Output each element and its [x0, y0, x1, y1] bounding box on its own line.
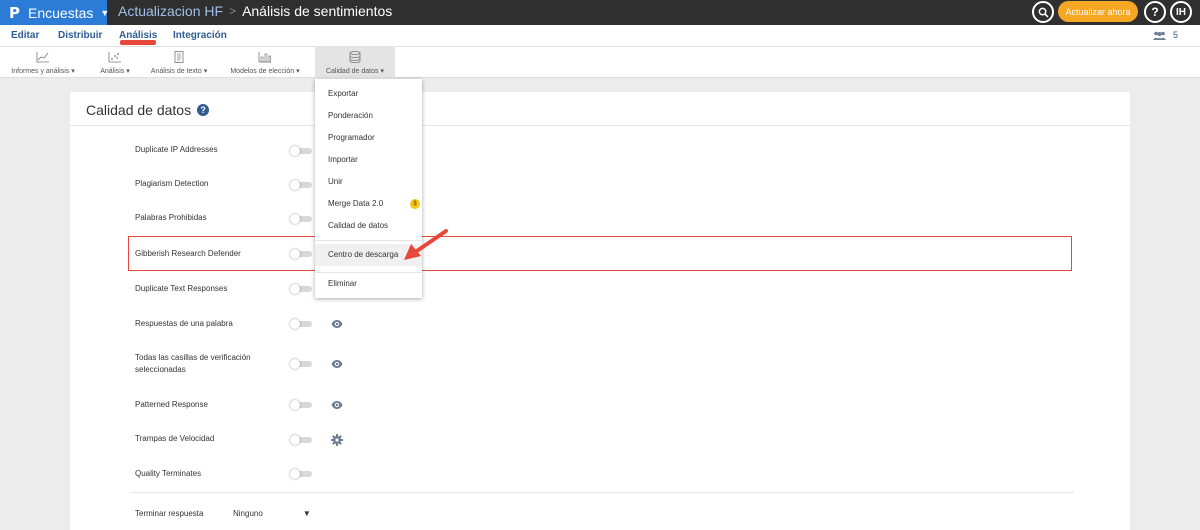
gear-icon[interactable] [331, 434, 343, 446]
toggle-duplicate-text[interactable] [290, 284, 312, 294]
tab-distribuir[interactable]: Distribuir [58, 30, 102, 41]
annotation-arrow-icon [404, 229, 448, 260]
toggle-knob [290, 319, 300, 329]
row-label-patterned: Patterned Response [135, 400, 208, 409]
row-label-plagiarism: Plagiarism Detection [135, 179, 209, 188]
end-response-select[interactable]: Ninguno ▼ [233, 509, 311, 518]
tool-informes-y-analisis[interactable]: Informes y análisis ▾ [6, 47, 80, 78]
row-label-gibberish: Gibberish Research Defender [135, 249, 241, 258]
page-title: Calidad de datos ? [86, 102, 210, 118]
tool-analisis[interactable]: Análisis ▾ [95, 47, 135, 78]
toggle-quality-terminates[interactable] [290, 469, 312, 479]
toggle-patterned[interactable] [290, 400, 312, 410]
tool-label: Modelos de elección [230, 68, 295, 75]
product-switcher[interactable]: P Encuestas ▼ [0, 0, 110, 25]
toggle-knob [290, 400, 300, 410]
breadcrumb: Actualizacion HF > Análisis de sentimien… [118, 3, 392, 19]
analysis-toolbar: Informes y análisis ▾ Análisis ▾ Análisi… [0, 47, 1200, 78]
toggle-knob [290, 469, 300, 479]
tab-integracion[interactable]: Integración [173, 30, 227, 41]
upgrade-button[interactable]: Actualizar ahora [1058, 1, 1138, 22]
help-button[interactable]: ? [1144, 1, 1166, 23]
tab-editar[interactable]: Editar [11, 30, 39, 41]
toggle-gibberish[interactable] [290, 249, 312, 259]
row-label-palabras-prohibidas: Palabras Prohibidas [135, 213, 207, 222]
toggle-velocidad[interactable] [290, 435, 312, 445]
annotation-highlight-box [128, 236, 1072, 271]
menu-item-programador[interactable]: Programador [328, 133, 375, 142]
collaborators-count: 5 [1173, 30, 1179, 40]
eye-icon[interactable] [331, 318, 343, 330]
menu-item-exportar[interactable]: Exportar [328, 89, 358, 98]
toggle-una-palabra[interactable] [290, 319, 312, 329]
menu-item-merge-data[interactable]: Merge Data 2.0 [328, 199, 383, 208]
collaborators[interactable]: 5 [1152, 30, 1178, 40]
annotation-underline [120, 40, 156, 45]
row-label-una-palabra: Respuestas de una palabra [135, 319, 233, 328]
top-bar: P Encuestas ▼ Actualizacion HF > Análisi… [0, 0, 1200, 25]
toggle-knob [290, 284, 300, 294]
toggle-knob [290, 180, 300, 190]
questionpro-logo: P [9, 3, 20, 22]
tool-calidad-de-datos[interactable]: Calidad de datos ▾ [315, 47, 395, 78]
tool-label: Informes y análisis [11, 68, 70, 75]
document-icon [174, 51, 184, 63]
toggle-duplicate-ip[interactable] [290, 146, 312, 156]
breadcrumb-separator-icon: > [229, 4, 237, 18]
search-button[interactable] [1032, 1, 1054, 23]
divider [130, 492, 1074, 493]
toggle-todas-casillas[interactable] [290, 359, 312, 369]
toggle-plagiarism[interactable] [290, 180, 312, 190]
caret-down-icon: ▼ [302, 509, 311, 518]
row-label-duplicate-ip: Duplicate IP Addresses [135, 145, 218, 154]
data-quality-menu: Exportar Ponderación Programador Importa… [315, 79, 422, 298]
toggle-knob [290, 359, 300, 369]
database-icon [349, 51, 361, 63]
end-response-value: Ninguno [233, 509, 263, 518]
menu-divider [315, 272, 422, 273]
row-label-velocidad: Trampas de Velocidad [135, 434, 215, 443]
end-response-label: Terminar respuesta [135, 509, 204, 518]
menu-item-centro-de-descarga[interactable]: Centro de descarga [328, 250, 398, 259]
premium-badge-icon: $ [410, 199, 420, 209]
data-quality-card: Calidad de datos ? Duplicate IP Addresse… [70, 92, 1130, 530]
row-label-duplicate-text: Duplicate Text Responses [135, 284, 228, 293]
row-label-quality-terminates: Quality Terminates [135, 469, 202, 478]
users-icon [1153, 31, 1166, 40]
divider [70, 125, 1130, 126]
toggle-knob [290, 249, 300, 259]
card-title-text: Calidad de datos [86, 102, 192, 118]
eye-icon[interactable] [331, 399, 343, 411]
tool-analisis-de-texto[interactable]: Análisis de texto ▾ [148, 47, 210, 78]
menu-item-unir[interactable]: Unir [328, 177, 343, 186]
toggle-knob [290, 146, 300, 156]
row-label-todas-casillas: Todas las casillas de verificación selec… [135, 353, 251, 374]
menu-item-eliminar[interactable]: Eliminar [328, 279, 357, 288]
toggle-palabras-prohibidas[interactable] [290, 214, 312, 224]
caret-down-icon: ▼ [100, 7, 110, 18]
tool-label: Análisis [100, 68, 125, 75]
main-nav: Editar Distribuir Análisis Integración 5 [0, 25, 1200, 47]
breadcrumb-survey[interactable]: Actualizacion HF [118, 3, 223, 19]
toggle-knob [290, 435, 300, 445]
user-avatar[interactable]: IH [1170, 1, 1192, 23]
tool-label: Análisis de texto [150, 68, 202, 75]
toggle-knob [290, 214, 300, 224]
scatter-chart-icon [108, 52, 121, 63]
product-name: Encuestas [28, 4, 94, 21]
tool-modelos-de-eleccion[interactable]: Modelos de elección ▾ [229, 47, 301, 78]
menu-item-importar[interactable]: Importar [328, 155, 358, 164]
menu-item-calidad-de-datos[interactable]: Calidad de datos [328, 221, 388, 230]
breadcrumb-page: Análisis de sentimientos [242, 3, 393, 19]
help-icon[interactable]: ? [197, 104, 210, 116]
search-icon [1038, 7, 1048, 17]
line-chart-icon [36, 52, 49, 63]
tool-label: Calidad de datos [325, 68, 379, 75]
bar-chart-icon [258, 52, 271, 63]
eye-icon[interactable] [331, 358, 343, 370]
menu-item-ponderacion[interactable]: Ponderación [328, 111, 373, 120]
